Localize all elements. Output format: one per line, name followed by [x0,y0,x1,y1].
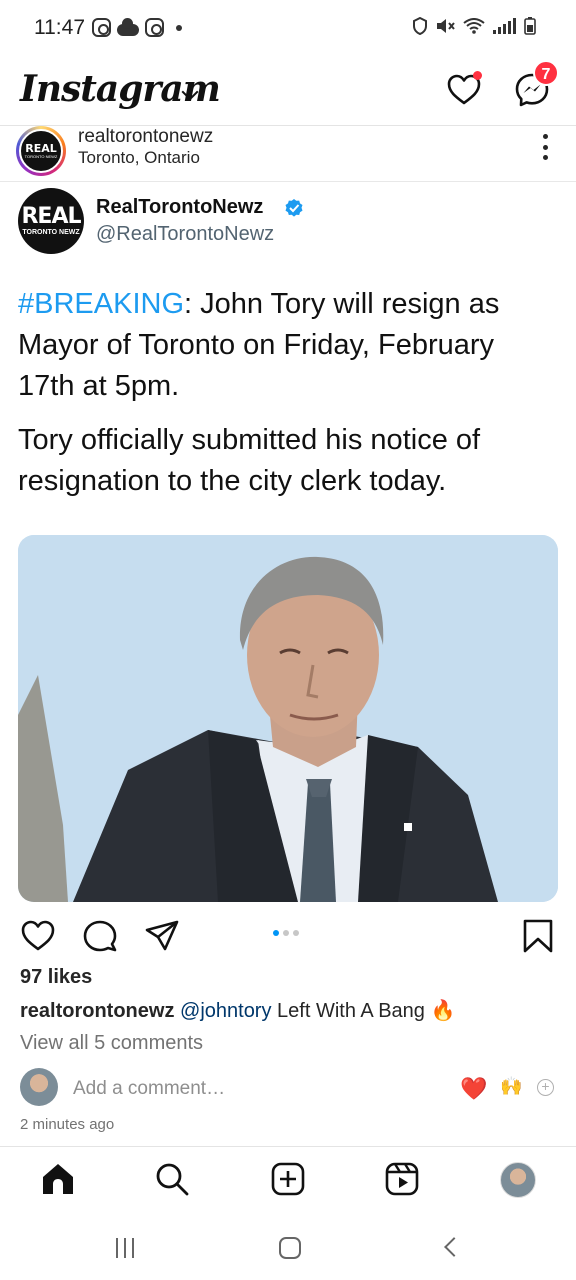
status-bar: 11:47 [0,0,576,56]
reels-icon[interactable] [384,1161,420,1197]
mute-icon [437,19,455,33]
post-actions [0,912,576,958]
post-caption: realtorontonewz @johntory Left With A Ba… [20,998,455,1023]
tweet-avatar-logo-subtext: TORONTO NEWZ [22,228,80,236]
quick-reaction-heart[interactable]: ❤️ [460,1076,487,1102]
carousel-indicator [273,930,299,936]
home-button-icon[interactable] [279,1237,301,1259]
caption-text: Left With A Bang 🔥 [271,1000,456,1022]
home-icon[interactable] [40,1161,76,1197]
back-icon[interactable] [444,1237,464,1257]
view-all-comments-link[interactable]: View all 5 comments [20,1032,203,1055]
post-avatar-logo: REAL TORONTO NEWZ [19,129,63,173]
messages-count-badge: 7 [533,60,559,86]
profile-avatar[interactable] [500,1162,536,1198]
add-reaction-icon[interactable]: + [537,1079,554,1096]
more-options-icon[interactable] [540,134,550,160]
create-icon[interactable] [270,1161,306,1197]
post-header: REAL TORONTO NEWZ realtorontonewz Toront… [0,126,576,182]
avatar-logo-subtext: TORONTO NEWZ [24,154,58,159]
tweet-hashtag: #BREAKING [18,288,184,320]
save-bookmark-icon[interactable] [520,918,556,954]
shield-icon [413,17,427,35]
quick-reaction-hands[interactable]: 🙌 [500,1076,522,1097]
caption-username[interactable]: realtorontonewz [20,1000,174,1022]
post-timestamp: 2 minutes ago [20,1116,115,1133]
status-time: 11:47 [34,16,85,39]
tweet-text-followup: Tory officially submitted his notice of … [18,424,481,497]
add-comment-input[interactable]: Add a comment… [73,1078,225,1100]
verified-badge-icon [285,199,303,217]
portrait-image [18,535,558,902]
instagram-notification-icon [92,18,111,37]
carousel-dot-active [273,930,279,936]
notification-dot [473,71,482,80]
tweet-avatar-logo-text: REAL [21,203,81,229]
tweet-text-headline: #BREAKING: John Tory will resign as Mayo… [18,284,558,407]
battery-icon [524,17,536,35]
dot-icon [176,24,182,31]
share-icon[interactable] [144,918,180,954]
avatar-logo-text: REAL [25,142,57,155]
cloud-icon [117,17,139,36]
tweet-handle: @RealTorontoNewz [96,223,275,245]
status-left-icons [92,17,182,37]
tweet-avatar: REAL TORONTO NEWZ [18,188,84,254]
add-comment-row: Add a comment… ❤️ 🙌 + [0,1066,576,1110]
carousel-dot [293,930,299,936]
status-right-icons [413,17,536,35]
likes-count[interactable]: 97 likes [20,966,92,989]
recent-apps-icon[interactable] [116,1238,134,1258]
carousel-dot [283,930,289,936]
app-header: Instagram [0,56,576,126]
wifi-icon [463,18,485,34]
post-username[interactable]: realtorontonewz [78,126,213,148]
comment-icon[interactable] [82,918,118,954]
like-heart-icon[interactable] [20,918,56,954]
signal-icon [493,18,516,34]
current-user-avatar [20,1068,58,1106]
post-avatar[interactable]: REAL TORONTO NEWZ [16,126,66,176]
tweet-display-name: RealTorontoNewz [96,196,264,218]
android-navigation-bar [0,1214,576,1280]
post-photo[interactable] [18,535,558,902]
bottom-nav [0,1146,576,1214]
caption-mention[interactable]: @johntory [180,1000,271,1022]
instagram-notification-icon-2 [145,18,164,37]
post-location[interactable]: Toronto, Ontario [78,148,200,168]
search-icon[interactable] [154,1161,190,1197]
